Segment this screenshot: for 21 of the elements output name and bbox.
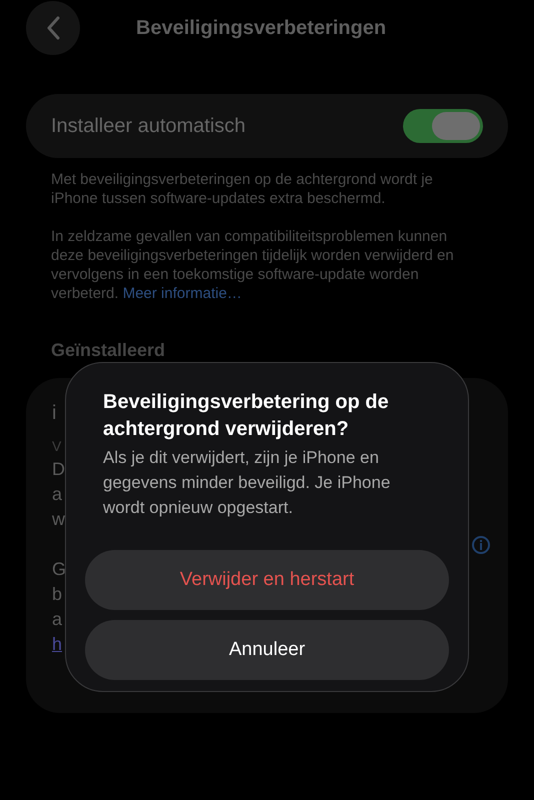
dialog-message: Als je dit verwijdert, zijn je iPhone en gegevens minder beveiligd. Je iPhone wordt opnieuw opgestart. — [103, 447, 392, 519]
card-text: D — [52, 458, 65, 481]
cancel-button[interactable]: Annuleer — [85, 620, 449, 680]
window-title: Beveiligingsverbeteringen — [136, 16, 386, 41]
footer-text: In zeldzame gevallen van compatibiliteitsproblemen kunnen deze beveiligingsverbeteringen tijdelijk worden verwijderd en vervolgens in een toekomstige software-update worden verbeterd. Meer informatie… — [51, 227, 455, 303]
info-icon — [472, 536, 490, 554]
toggle-label: Installeer automatisch — [51, 114, 246, 139]
more-info-link[interactable]: Meer informatie… — [122, 285, 242, 302]
card-text: G — [52, 558, 66, 581]
section-heading: Geïnstalleerd — [51, 339, 166, 362]
link-text[interactable]: h — [52, 632, 62, 657]
card-text: b — [52, 583, 62, 606]
remove-button[interactable]: Verwijder en herstart — [85, 550, 449, 610]
dialog-title: Beveiligingsverbetering op de achtergrond verwijderen? — [103, 390, 390, 442]
auto-install-switch[interactable] — [403, 109, 483, 143]
footer-text: Met beveiligingsverbeteringen op de achtergrond wordt je iPhone tussen software-updates extra beschermd. — [51, 170, 434, 208]
card-text: a — [52, 608, 62, 631]
card-text: a — [52, 483, 62, 506]
card-text: i — [52, 401, 56, 426]
back-icon — [46, 16, 60, 40]
card-text: w — [52, 508, 65, 531]
